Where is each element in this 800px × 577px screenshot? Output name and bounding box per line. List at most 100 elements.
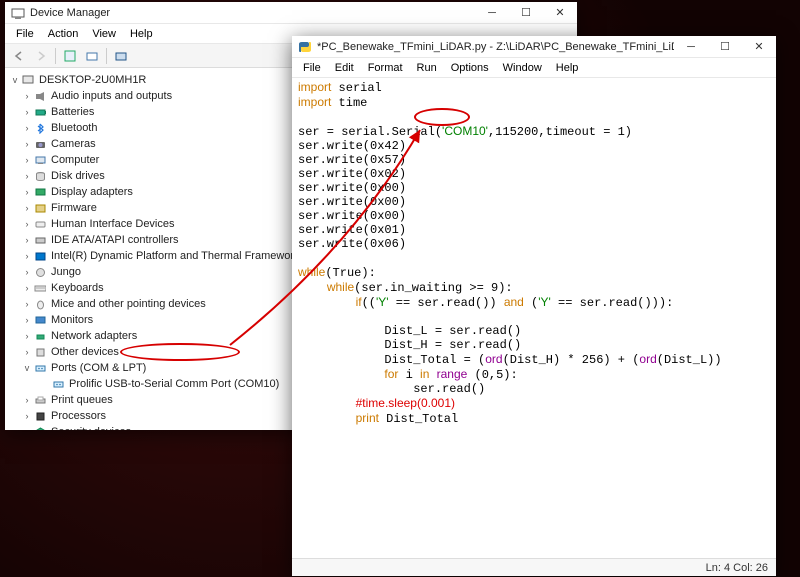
expand-arrow-icon[interactable]: › xyxy=(21,331,33,341)
root-label: DESKTOP-2U0MH1R xyxy=(39,74,146,86)
expand-arrow-icon[interactable]: › xyxy=(21,155,33,165)
close-button[interactable]: ✕ xyxy=(742,36,776,58)
expand-arrow-icon[interactable]: › xyxy=(21,427,33,430)
menu-format[interactable]: Format xyxy=(361,60,410,76)
monitor-icon xyxy=(33,313,47,327)
idle-menubar: File Edit Format Run Options Window Help xyxy=(292,58,776,78)
idle-titlebar[interactable]: *PC_Benewake_TFmini_LiDAR.py - Z:\LiDAR\… xyxy=(292,36,776,58)
expand-arrow-icon[interactable]: › xyxy=(21,299,33,309)
expand-arrow-icon[interactable]: › xyxy=(21,411,33,421)
menu-help[interactable]: Help xyxy=(549,60,586,76)
expand-arrow-icon[interactable]: › xyxy=(21,395,33,405)
camera-icon xyxy=(33,137,47,151)
print-icon xyxy=(33,393,47,407)
tree-item-label: Human Interface Devices xyxy=(51,218,175,230)
tree-item-label: Disk drives xyxy=(51,170,105,182)
port-icon xyxy=(33,361,47,375)
scan-icon[interactable] xyxy=(82,46,102,66)
idle-title: *PC_Benewake_TFmini_LiDAR.py - Z:\LiDAR\… xyxy=(317,41,674,53)
expand-arrow-icon[interactable]: › xyxy=(21,107,33,117)
dm-titlebar[interactable]: Device Manager ─ ☐ ✕ xyxy=(5,2,577,24)
tree-item-label: Keyboards xyxy=(51,282,104,294)
maximize-button[interactable]: ☐ xyxy=(509,2,543,24)
menu-file[interactable]: File xyxy=(9,26,41,42)
tree-item-label: Intel(R) Dynamic Platform and Thermal Fr… xyxy=(51,250,300,262)
tree-item-label: IDE ATA/ATAPI controllers xyxy=(51,234,179,246)
hid-icon xyxy=(33,217,47,231)
tree-item-label: Batteries xyxy=(51,106,94,118)
tree-child-label: Prolific USB-to-Serial Comm Port (COM10) xyxy=(69,378,279,390)
bluetooth-icon xyxy=(33,121,47,135)
audio-icon xyxy=(33,89,47,103)
computer-icon xyxy=(33,153,47,167)
menu-options[interactable]: Options xyxy=(444,60,496,76)
disk-icon xyxy=(33,169,47,183)
security-icon xyxy=(33,425,47,430)
back-icon[interactable] xyxy=(9,46,29,66)
expand-arrow-icon[interactable]: › xyxy=(21,251,33,261)
tree-item-label: Other devices xyxy=(51,346,119,358)
tree-item-label: Mice and other pointing devices xyxy=(51,298,206,310)
minimize-button[interactable]: ─ xyxy=(674,36,708,58)
menu-help[interactable]: Help xyxy=(123,26,160,42)
cursor-position: Ln: 4 Col: 26 xyxy=(706,562,768,574)
expand-arrow-icon[interactable]: › xyxy=(21,171,33,181)
python-icon xyxy=(298,40,312,54)
code-editor[interactable]: import serial import time ser = serial.S… xyxy=(292,78,776,558)
keyboard-icon xyxy=(33,281,47,295)
forward-icon[interactable] xyxy=(31,46,51,66)
expand-arrow-icon[interactable]: › xyxy=(21,267,33,277)
menu-edit[interactable]: Edit xyxy=(328,60,361,76)
tree-item-label: Ports (COM & LPT) xyxy=(51,362,146,374)
battery-icon xyxy=(33,105,47,119)
expand-arrow-icon[interactable]: › xyxy=(21,91,33,101)
menu-action[interactable]: Action xyxy=(41,26,86,42)
expand-arrow-icon[interactable]: v xyxy=(21,363,33,373)
tree-item-label: Computer xyxy=(51,154,99,166)
tree-item-label: Network adapters xyxy=(51,330,137,342)
dm-app-icon xyxy=(11,6,25,20)
tree-item-label: Print queues xyxy=(51,394,113,406)
expand-arrow-icon[interactable]: › xyxy=(21,347,33,357)
minimize-button[interactable]: ─ xyxy=(475,2,509,24)
expand-arrow-icon[interactable]: › xyxy=(21,283,33,293)
menu-run[interactable]: Run xyxy=(410,60,444,76)
tree-item-label: Processors xyxy=(51,410,106,422)
idle-editor-window: *PC_Benewake_TFmini_LiDAR.py - Z:\LiDAR\… xyxy=(292,36,776,576)
dm-title: Device Manager xyxy=(30,7,475,19)
tree-item-label: Cameras xyxy=(51,138,96,150)
menu-file[interactable]: File xyxy=(296,60,328,76)
port-icon xyxy=(51,377,65,391)
cpu-icon xyxy=(33,409,47,423)
ide-icon xyxy=(33,233,47,247)
tree-item-label: Bluetooth xyxy=(51,122,97,134)
expand-arrow-icon[interactable]: › xyxy=(21,139,33,149)
tree-item-label: Firmware xyxy=(51,202,97,214)
intel-icon xyxy=(33,249,47,263)
tree-item-label: Monitors xyxy=(51,314,93,326)
menu-view[interactable]: View xyxy=(85,26,123,42)
other-icon xyxy=(33,345,47,359)
close-button[interactable]: ✕ xyxy=(543,2,577,24)
expand-arrow-icon[interactable]: › xyxy=(21,219,33,229)
properties-icon[interactable] xyxy=(60,46,80,66)
expand-arrow-icon[interactable]: › xyxy=(21,315,33,325)
tree-item-label: Display adapters xyxy=(51,186,133,198)
expand-arrow-icon[interactable]: › xyxy=(21,187,33,197)
jungo-icon xyxy=(33,265,47,279)
display-icon xyxy=(33,185,47,199)
refresh-icon[interactable] xyxy=(111,46,131,66)
expand-arrow-icon[interactable]: › xyxy=(21,235,33,245)
expand-arrow-icon[interactable]: › xyxy=(21,203,33,213)
network-icon xyxy=(33,329,47,343)
expand-arrow-icon[interactable]: › xyxy=(21,123,33,133)
tree-item-label: Jungo xyxy=(51,266,81,278)
firmware-icon xyxy=(33,201,47,215)
mouse-icon xyxy=(33,297,47,311)
maximize-button[interactable]: ☐ xyxy=(708,36,742,58)
menu-window[interactable]: Window xyxy=(496,60,549,76)
tree-item-label: Security devices xyxy=(51,426,131,430)
tree-item-label: Audio inputs and outputs xyxy=(51,90,172,102)
computer-icon xyxy=(21,73,35,87)
idle-statusbar: Ln: 4 Col: 26 xyxy=(292,558,776,576)
